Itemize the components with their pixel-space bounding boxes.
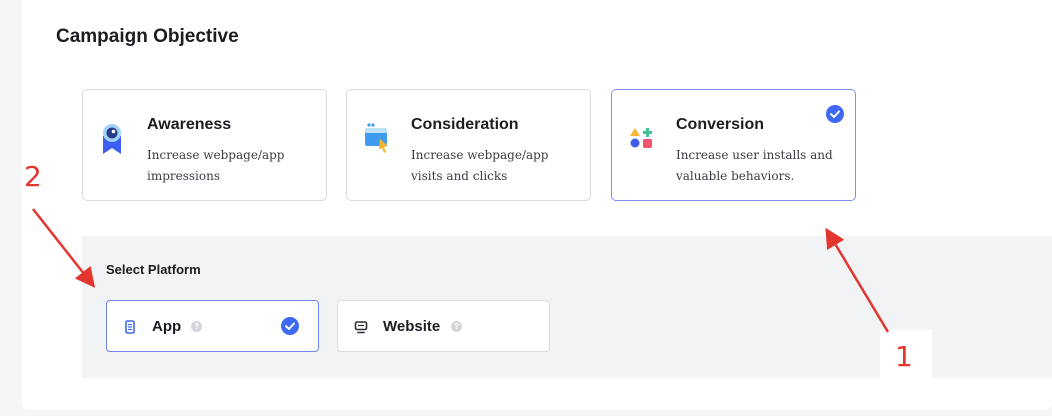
monitor-icon (354, 320, 368, 334)
conversion-icon (626, 122, 656, 156)
mobile-app-icon (123, 320, 137, 334)
annotation-number-1: 1 (895, 340, 913, 373)
platform-option-app[interactable]: App ? (106, 300, 319, 352)
platform-option-website[interactable]: Website ? (337, 300, 550, 352)
selected-check-icon (826, 105, 844, 123)
help-icon[interactable]: ? (451, 321, 462, 332)
platform-label: Website (383, 318, 441, 335)
help-icon[interactable]: ? (191, 321, 202, 332)
objective-card-conversion[interactable]: Conversion Increase user installs and va… (611, 89, 856, 201)
platform-title: Select Platform (106, 262, 201, 277)
awareness-icon (97, 122, 127, 156)
card-description: Increase webpage/app impressions (147, 148, 285, 183)
card-title: Consideration (411, 116, 519, 133)
consideration-icon (361, 122, 391, 156)
annotation-number-2: 2 (24, 160, 42, 193)
section-title: Campaign Objective (56, 26, 239, 47)
selected-check-icon (281, 317, 299, 335)
card-title: Awareness (147, 116, 232, 133)
card-description: Increase user installs and valuable beha… (676, 148, 833, 183)
platform-label: App (152, 318, 182, 335)
card-description: Increase webpage/app visits and clicks (411, 148, 549, 183)
card-title: Conversion (676, 116, 765, 133)
objective-card-consideration[interactable]: Consideration Increase webpage/app visit… (346, 89, 591, 201)
objective-card-awareness[interactable]: Awareness Increase webpage/app impressio… (82, 89, 327, 201)
